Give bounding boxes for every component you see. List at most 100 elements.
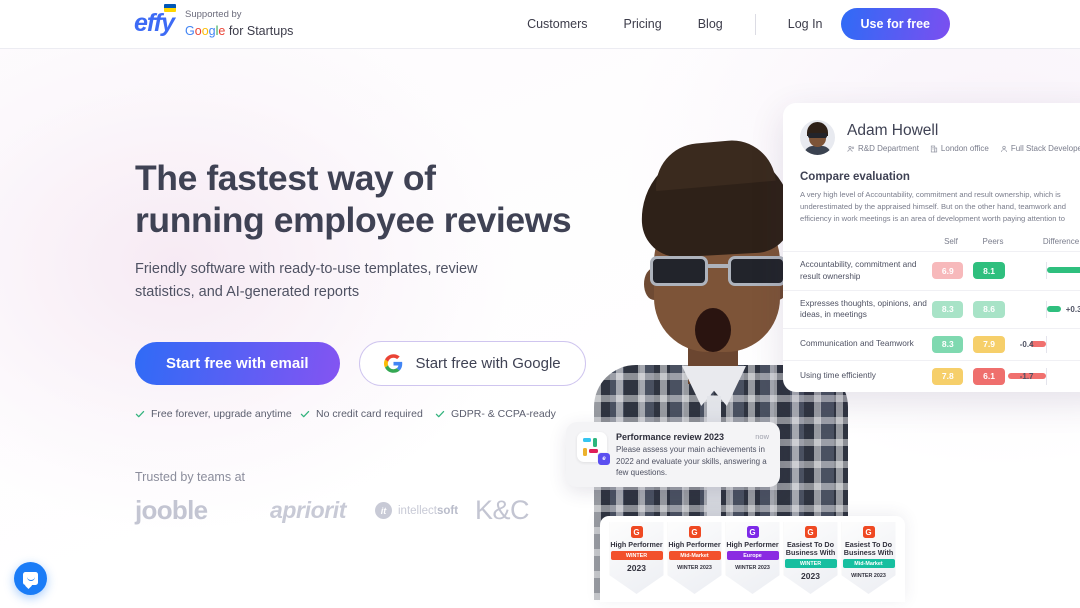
g2-logo-icon: G — [689, 526, 701, 538]
avatar-body — [804, 146, 831, 155]
g2-badge-band: Mid-Market — [669, 551, 721, 560]
sunglasses-icon — [648, 254, 788, 287]
compare-evaluation-card: Adam Howell R&D Department London office… — [783, 103, 1080, 392]
intellectsoft-name: intellect — [398, 505, 437, 517]
supported-by-block: Supported by Google for Startups — [185, 8, 293, 40]
g2-shield: G High Performer WINTER 2023 — [610, 522, 664, 594]
feature-label: GDPR- & CCPA-ready — [451, 408, 556, 420]
g2-badge: G High Performer Europe WINTER 2023 — [726, 522, 780, 602]
check-icon — [300, 409, 310, 419]
for-startups-text: for Startups — [225, 24, 293, 38]
people-icon — [847, 145, 855, 153]
self-score-pill: 6.9 — [932, 262, 963, 279]
header-peers: Peers — [972, 237, 1014, 246]
logo-kc: K&C — [475, 495, 529, 526]
google-g-icon — [384, 354, 403, 373]
g2-logo-icon: G — [863, 526, 875, 538]
check-icon — [435, 409, 445, 419]
g2-badge-title: High Performer — [726, 541, 778, 549]
slack-shape-blue — [583, 438, 591, 442]
nav-item-customers[interactable]: Customers — [509, 17, 605, 31]
peers-score-pill: 6.1 — [973, 368, 1004, 385]
slack-icon: e — [577, 432, 607, 462]
criterion-label: Communication and Teamwork — [800, 338, 927, 350]
g2-badge-band: WINTER — [611, 551, 663, 560]
peers-score-pill: 8.1 — [973, 262, 1004, 279]
employee-info: Adam Howell R&D Department London office… — [847, 122, 1080, 153]
difference-indicator: +1.2 — [1020, 262, 1080, 279]
slack-shape-yellow — [583, 448, 587, 456]
building-icon — [930, 145, 938, 153]
g2-badge-title: Easiest To Do Business With — [842, 541, 896, 557]
difference-bar — [1047, 267, 1080, 273]
g2-badge-band: Mid-Market — [843, 559, 895, 568]
evaluation-table: Self Peers Difference Accountability, co… — [783, 237, 1080, 391]
nav-item-pricing[interactable]: Pricing — [606, 17, 680, 31]
g2-logo-icon: G — [631, 526, 643, 538]
brand-block[interactable]: effy Supported by Google for Startups — [134, 8, 293, 40]
client-logo-row: jooble apriorit it intellectsoft K&C — [135, 495, 529, 526]
notification-title: Performance review 2023 — [616, 432, 769, 442]
g2-shield: G Easiest To Do Business With Mid-Market… — [842, 522, 896, 594]
nav-divider — [755, 14, 756, 35]
headline-line-2: running employee reviews — [135, 200, 571, 240]
peers-score-pill: 7.9 — [973, 336, 1004, 353]
person-open-mouth — [695, 308, 731, 352]
table-row: Communication and Teamwork 8.3 7.9 -0.4 — [783, 328, 1080, 360]
difference-bar — [1047, 306, 1061, 312]
criterion-label: Accountability, commitment and result ow… — [800, 259, 927, 282]
login-link[interactable]: Log In — [770, 17, 841, 31]
difference-indicator: -1.7 — [1020, 368, 1080, 385]
ukraine-flag-icon — [164, 4, 176, 12]
hero-subhead: Friendly software with ready-to-use temp… — [135, 258, 505, 304]
avatar — [800, 120, 835, 155]
self-score-pill: 8.3 — [932, 301, 963, 318]
google-button-label: Start free with Google — [416, 355, 561, 372]
site-header: effy Supported by Google for Startups Cu… — [0, 0, 1080, 49]
g2-logo-icon: G — [747, 526, 759, 538]
table-row: Expresses thoughts, opinions, and ideas,… — [783, 290, 1080, 328]
notification-time: now — [755, 432, 769, 441]
user-icon — [1000, 145, 1008, 153]
g2-badge-subline: WINTER 2023 — [677, 565, 712, 571]
g2-badge-subline: WINTER 2023 — [735, 565, 770, 571]
difference-value: -0.4 — [1020, 340, 1034, 349]
intellectsoft-mark-icon: it — [375, 502, 392, 519]
g2-badge-year: 2023 — [627, 563, 646, 573]
self-score-pill: 8.3 — [932, 336, 963, 353]
g2-badge-subline: WINTER 2023 — [851, 573, 886, 579]
chat-widget-button[interactable] — [14, 562, 47, 595]
header-difference: Difference — [1030, 237, 1080, 246]
difference-indicator: -0.4 — [1020, 336, 1080, 353]
intellectsoft-suffix: soft — [437, 505, 458, 517]
cta-row: Start free with email Start free with Go… — [135, 341, 605, 386]
difference-axis — [1046, 336, 1047, 353]
start-free-google-button[interactable]: Start free with Google — [359, 341, 586, 386]
employee-department: R&D Department — [847, 144, 919, 153]
g2-badge-title: High Performer — [668, 541, 720, 549]
employee-meta-row: R&D Department London office Full Stack … — [847, 144, 1080, 153]
difference-axis — [1046, 368, 1047, 385]
notification-body: Please assess your main achievements in … — [616, 444, 769, 479]
employee-header: Adam Howell R&D Department London office… — [783, 120, 1080, 155]
use-for-free-button[interactable]: Use for free — [841, 8, 950, 40]
start-free-email-button[interactable]: Start free with email — [135, 342, 340, 385]
slack-shape-red — [589, 449, 598, 453]
slack-notification[interactable]: e Performance review 2023 Please assess … — [566, 422, 780, 487]
supported-by-label: Supported by — [185, 8, 293, 22]
effy-logo[interactable]: effy — [134, 11, 174, 36]
avatar-sunglasses-icon — [808, 133, 827, 138]
g2-badge-band: WINTER — [785, 559, 837, 568]
sunglasses-lens-right — [728, 256, 786, 286]
difference-indicator: +0.3 — [1020, 301, 1080, 318]
main-navigation: Customers Pricing Blog Log In Use for fr… — [509, 8, 950, 40]
sunglasses-lens-left — [650, 256, 708, 286]
g2-shield: G Easiest To Do Business With WINTER 202… — [784, 522, 838, 594]
difference-value: +0.3 — [1066, 305, 1080, 314]
headline-line-1: The fastest way of — [135, 158, 436, 198]
effy-badge-icon: e — [597, 452, 611, 466]
chat-smile — [27, 577, 35, 581]
employee-role: Full Stack Developer — [1000, 144, 1080, 153]
google-wordmark: Google — [185, 24, 225, 38]
nav-item-blog[interactable]: Blog — [680, 17, 741, 31]
